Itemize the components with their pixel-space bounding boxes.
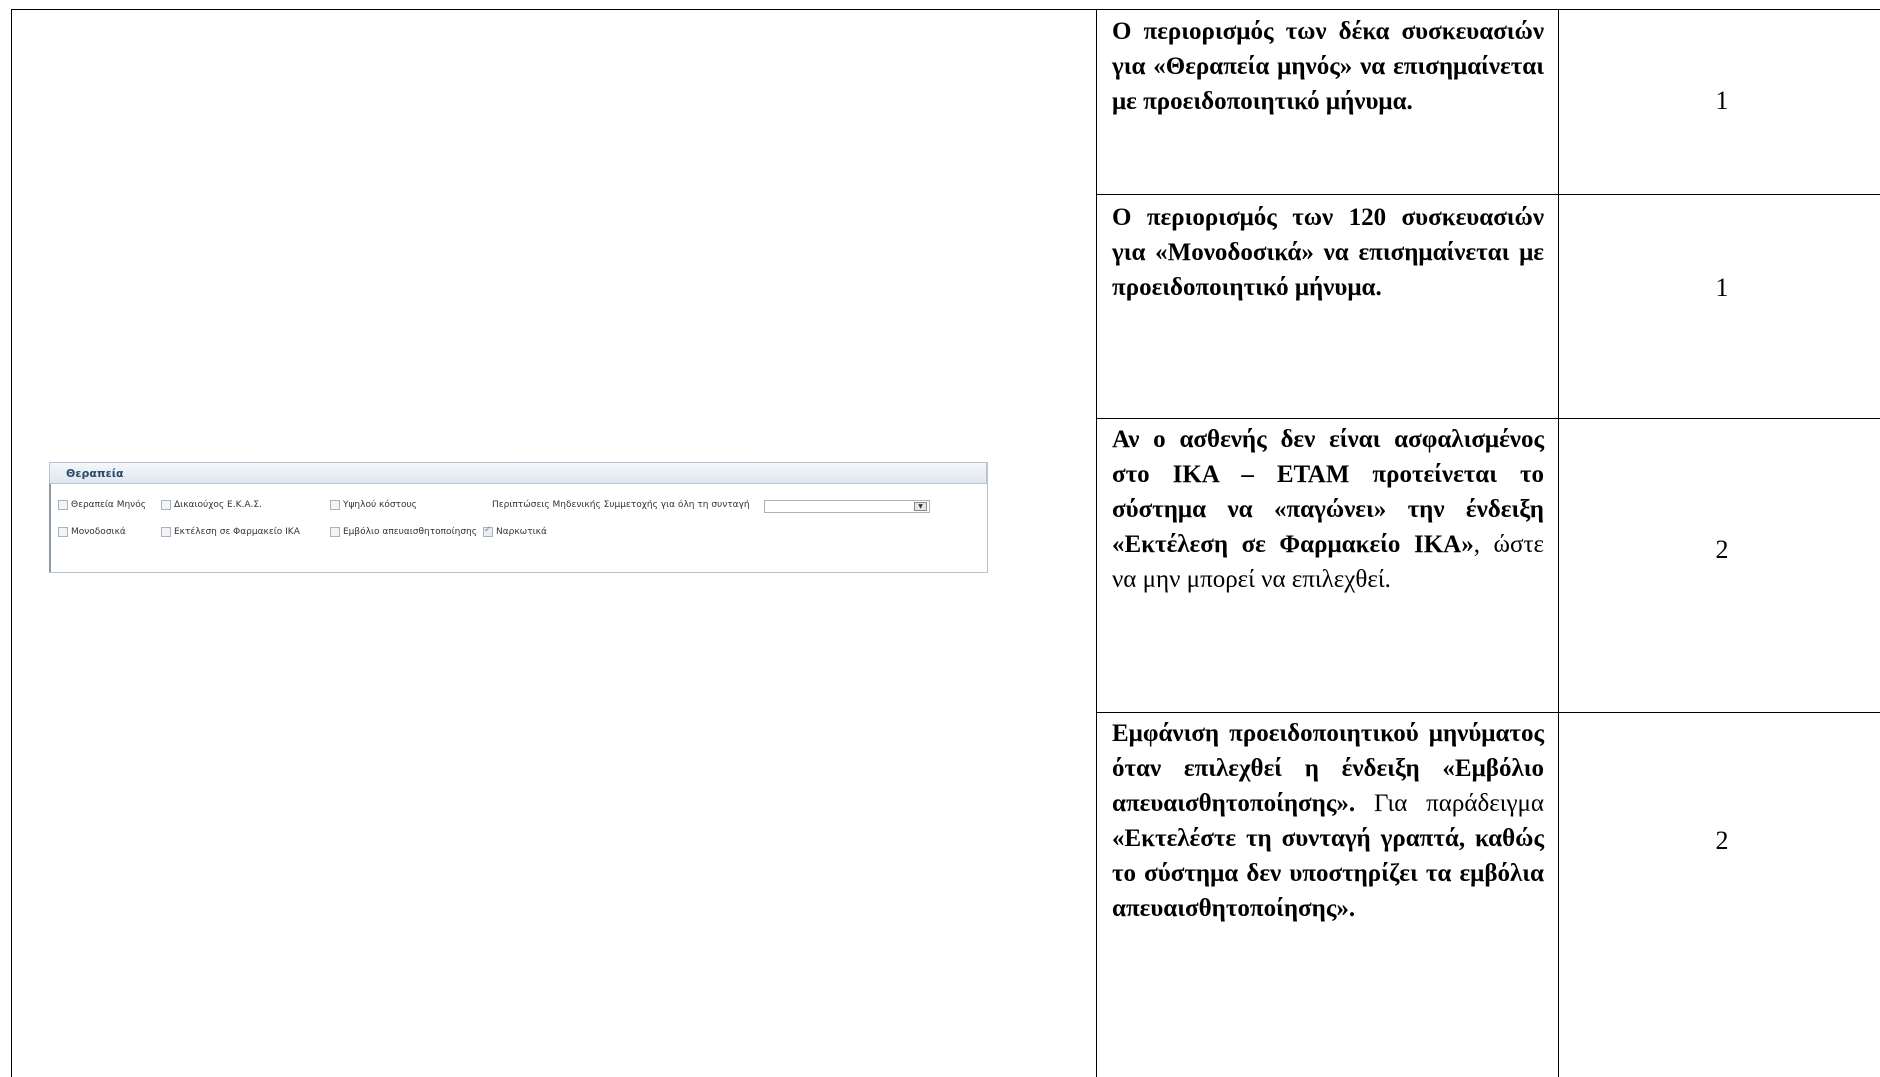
- requirement-text: Εμφάνιση προειδοποιητικού μηνύματος όταν…: [1112, 716, 1544, 926]
- priority-value: 1: [1715, 86, 1729, 115]
- single-dose-checkbox[interactable]: [58, 527, 68, 537]
- zero-copay-select[interactable]: ▼: [764, 500, 930, 513]
- requirement-text: Ο περιορισμός των δέκα συσκευασιών για «…: [1112, 14, 1544, 119]
- vaccine-option[interactable]: Εμβόλιο απευαισθητοποίησης: [330, 527, 477, 537]
- ika-pharmacy-option[interactable]: Εκτέλεση σε Φαρμακείο ΙΚΑ: [161, 527, 300, 537]
- zero-copay-field: Περιπτώσεις Μηδενικής Συμμετοχής για όλη…: [492, 500, 750, 510]
- narcotics-label: Ναρκωτικά: [496, 527, 547, 537]
- ika-pharmacy-label: Εκτέλεση σε Φαρμακείο ΙΚΑ: [174, 527, 300, 537]
- priority-value: 2: [1715, 535, 1729, 564]
- high-cost-label: Υψηλού κόστους: [343, 500, 417, 510]
- therapy-month-checkbox[interactable]: [58, 500, 68, 510]
- zero-copay-label: Περιπτώσεις Μηδενικής Συμμετοχής για όλη…: [492, 500, 750, 510]
- panel-header: Θεραπεία: [49, 462, 987, 484]
- requirement-text: Αν ο ασθενής δεν είναι ασφαλισμένος στο …: [1112, 422, 1544, 597]
- row-divider: [1096, 418, 1880, 419]
- table-divider: [1558, 9, 1559, 1077]
- row-divider: [1096, 712, 1880, 713]
- high-cost-checkbox[interactable]: [330, 500, 340, 510]
- therapy-month-label: Θεραπεία Μηνός: [71, 500, 147, 510]
- requirement-text: Ο περιορισμός των 120 συσκευασιών για «Μ…: [1112, 200, 1544, 305]
- vaccine-label: Εμβόλιο απευαισθητοποίησης: [343, 527, 478, 537]
- priority-value: 1: [1715, 273, 1729, 302]
- row-divider: [1096, 194, 1880, 195]
- options-row-1: Θεραπεία Μηνός Δικαιούχος Ε.Κ.Α.Σ. Υψηλο…: [58, 500, 978, 514]
- high-cost-option[interactable]: Υψηλού κόστους: [330, 500, 417, 510]
- chevron-down-icon[interactable]: ▼: [914, 502, 927, 511]
- therapy-panel-screenshot: Θεραπεία Θεραπεία Μηνός Δικαιούχος Ε.Κ.Α…: [49, 462, 989, 574]
- single-dose-option[interactable]: Μονοδοσικά: [58, 527, 126, 537]
- narcotics-checkbox[interactable]: [483, 525, 493, 537]
- requirement-segment: «Εκτελέστε τη συνταγή γραπτά, καθώς το σ…: [1112, 825, 1544, 922]
- requirement-segment: Ο περιορισμός των δέκα συσκευασιών για «…: [1112, 18, 1544, 115]
- panel-left-border: [49, 484, 51, 572]
- ekas-option[interactable]: Δικαιούχος Ε.Κ.Α.Σ.: [161, 500, 262, 510]
- narcotics-option[interactable]: Ναρκωτικά: [483, 525, 547, 537]
- ika-pharmacy-checkbox[interactable]: [161, 527, 171, 537]
- options-row-2: Μονοδοσικά Εκτέλεση σε Φαρμακείο ΙΚΑ Εμβ…: [58, 525, 978, 541]
- single-dose-label: Μονοδοσικά: [71, 527, 126, 537]
- vaccine-checkbox[interactable]: [330, 527, 340, 537]
- priority-value: 2: [1715, 826, 1729, 855]
- table-divider: [1096, 9, 1097, 1077]
- requirement-segment: Για παράδειγμα: [1355, 790, 1544, 817]
- requirement-segment: Ο περιορισμός των 120 συσκευασιών για «Μ…: [1112, 204, 1544, 301]
- panel-title: Θεραπεία: [66, 467, 124, 480]
- ekas-label: Δικαιούχος Ε.Κ.Α.Σ.: [174, 500, 262, 510]
- therapy-month-option[interactable]: Θεραπεία Μηνός: [58, 500, 146, 510]
- ekas-checkbox[interactable]: [161, 500, 171, 510]
